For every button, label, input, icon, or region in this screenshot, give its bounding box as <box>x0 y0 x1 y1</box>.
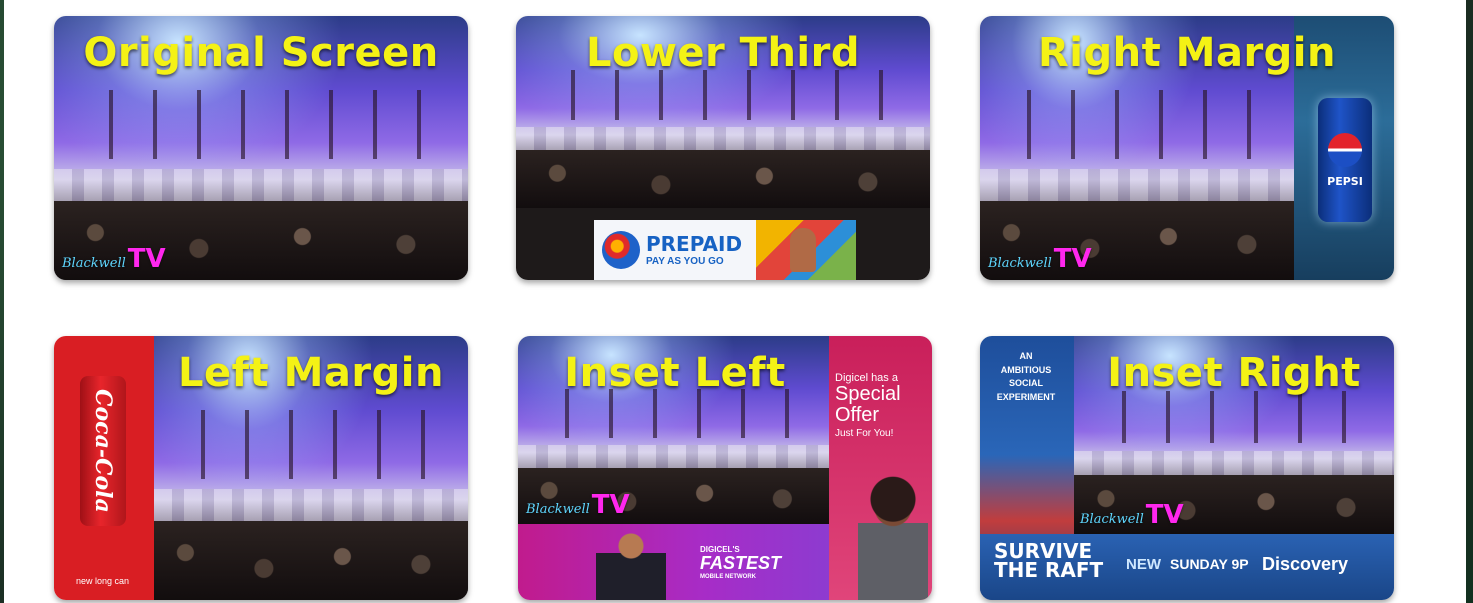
prepaid-banner-ad: PREPAID PAY AS YOU GO <box>594 220 856 280</box>
tile-right-margin[interactable]: Right Margin PEPSI BlackwellTV <box>980 16 1394 280</box>
lower-third-bar: PREPAID PAY AS YOU GO <box>516 208 930 280</box>
ad-athlete-image <box>596 528 666 600</box>
coca-cola-can-icon: Coca-Cola <box>80 376 126 526</box>
brand-logo-icon <box>602 231 640 269</box>
tile-title: Inset Left <box>564 350 786 396</box>
side-offer-ad: Digicel has a Special Offer Just For You… <box>829 336 932 600</box>
tile-title: Left Margin <box>178 350 444 396</box>
bottom-network-ad: DIGICEL'S FASTEST MOBILE NETWORK <box>518 524 829 600</box>
bottom-show-ad: SURVIVE THE RAFT NEW SUNDAY 9P Discovery <box>980 534 1394 600</box>
tile-title: Inset Right <box>1107 350 1361 396</box>
tile-title: Right Margin <box>1037 30 1336 76</box>
channel-logo: BlackwellTV <box>1080 500 1184 530</box>
tile-title: Original Screen <box>83 30 439 76</box>
ad-headline: PREPAID <box>646 231 743 256</box>
layout-options-panel: Original Screen BlackwellTV Lower Third … <box>4 0 1466 603</box>
tile-title: Lower Third <box>585 30 861 76</box>
ad-person-image <box>858 460 928 600</box>
tile-inset-right[interactable]: Inset Right AN AMBITIOUS SOCIAL EXPERIME… <box>980 336 1394 600</box>
pepsi-can-icon: PEPSI <box>1318 98 1372 222</box>
ad-photo <box>756 220 856 280</box>
channel-logo: BlackwellTV <box>988 244 1092 274</box>
tile-left-margin[interactable]: Coca-Cola new long can Left Margin <box>54 336 468 600</box>
channel-logo: BlackwellTV <box>526 490 630 520</box>
ad-subline: PAY AS YOU GO <box>646 255 724 267</box>
ad-footer: new long can <box>76 576 130 586</box>
tile-lower-third[interactable]: Lower Third PREPAID PAY AS YOU GO <box>516 16 930 280</box>
left-margin-ad: Coca-Cola new long can <box>54 336 154 600</box>
tile-inset-left[interactable]: Inset Left Digicel has a Special Offer J… <box>518 336 932 600</box>
tile-original-screen[interactable]: Original Screen BlackwellTV <box>54 16 468 280</box>
channel-logo: BlackwellTV <box>62 244 166 274</box>
